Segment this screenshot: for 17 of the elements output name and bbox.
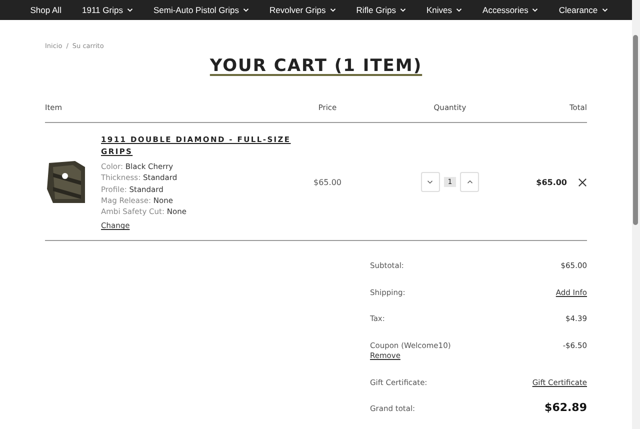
nav-link[interactable]: 1911 Grips <box>82 5 133 15</box>
nav-link[interactable]: Revolver Grips <box>270 5 336 15</box>
chevron-down-icon <box>427 180 434 184</box>
total-value: $62.89 <box>544 401 587 414</box>
nav-link[interactable]: Rifle Grips <box>356 5 406 15</box>
close-icon <box>578 178 587 187</box>
nav-link[interactable]: Shop All <box>30 5 62 15</box>
nav-link[interactable]: Semi-Auto Pistol Grips <box>153 5 249 15</box>
nav-link[interactable]: Knives <box>426 5 462 15</box>
nav-link[interactable]: Clearance <box>558 5 608 15</box>
scrollbar[interactable] <box>632 0 640 429</box>
remove-button[interactable] <box>578 178 587 187</box>
chevron-up-icon <box>466 180 473 184</box>
item-total: $65.00 <box>536 178 567 187</box>
page-title: YOUR CART (1 ITEM) <box>208 56 424 76</box>
item-price: $65.00 <box>312 178 342 187</box>
nav-link[interactable]: Accessories <box>482 5 538 15</box>
